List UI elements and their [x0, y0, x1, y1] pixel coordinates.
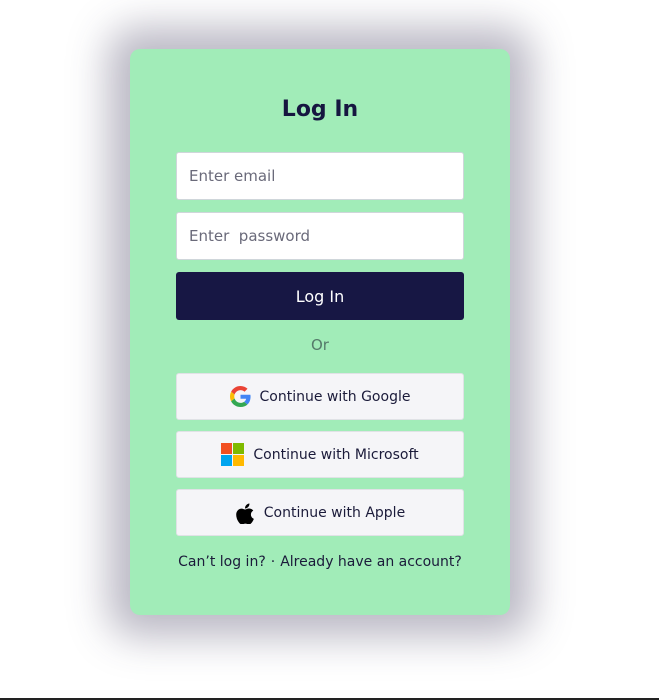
login-card: Log In Log In Or Continue with Google	[130, 49, 510, 615]
email-field[interactable]	[176, 152, 464, 200]
apple-icon	[235, 502, 255, 524]
continue-with-apple-button[interactable]: Continue with Apple	[176, 489, 464, 536]
microsoft-icon	[221, 443, 245, 466]
footer-separator: ·	[270, 554, 276, 570]
login-button[interactable]: Log In	[176, 272, 464, 320]
already-have-account-link[interactable]: Already have an account?	[280, 554, 462, 570]
page: Log In Log In Or Continue with Google	[0, 0, 659, 700]
google-button-label: Continue with Google	[259, 388, 411, 405]
footer-links: Can’t log in? · Already have an account?	[130, 554, 510, 570]
cant-login-link[interactable]: Can’t log in?	[178, 554, 266, 570]
apple-button-label: Continue with Apple	[263, 504, 406, 521]
continue-with-microsoft-button[interactable]: Continue with Microsoft	[176, 431, 464, 478]
divider-text: Or	[311, 336, 329, 354]
page-title: Log In	[281, 97, 359, 122]
google-icon	[229, 386, 251, 407]
microsoft-button-label: Continue with Microsoft	[253, 446, 419, 463]
continue-with-google-button[interactable]: Continue with Google	[176, 373, 464, 420]
password-field[interactable]	[176, 212, 464, 260]
